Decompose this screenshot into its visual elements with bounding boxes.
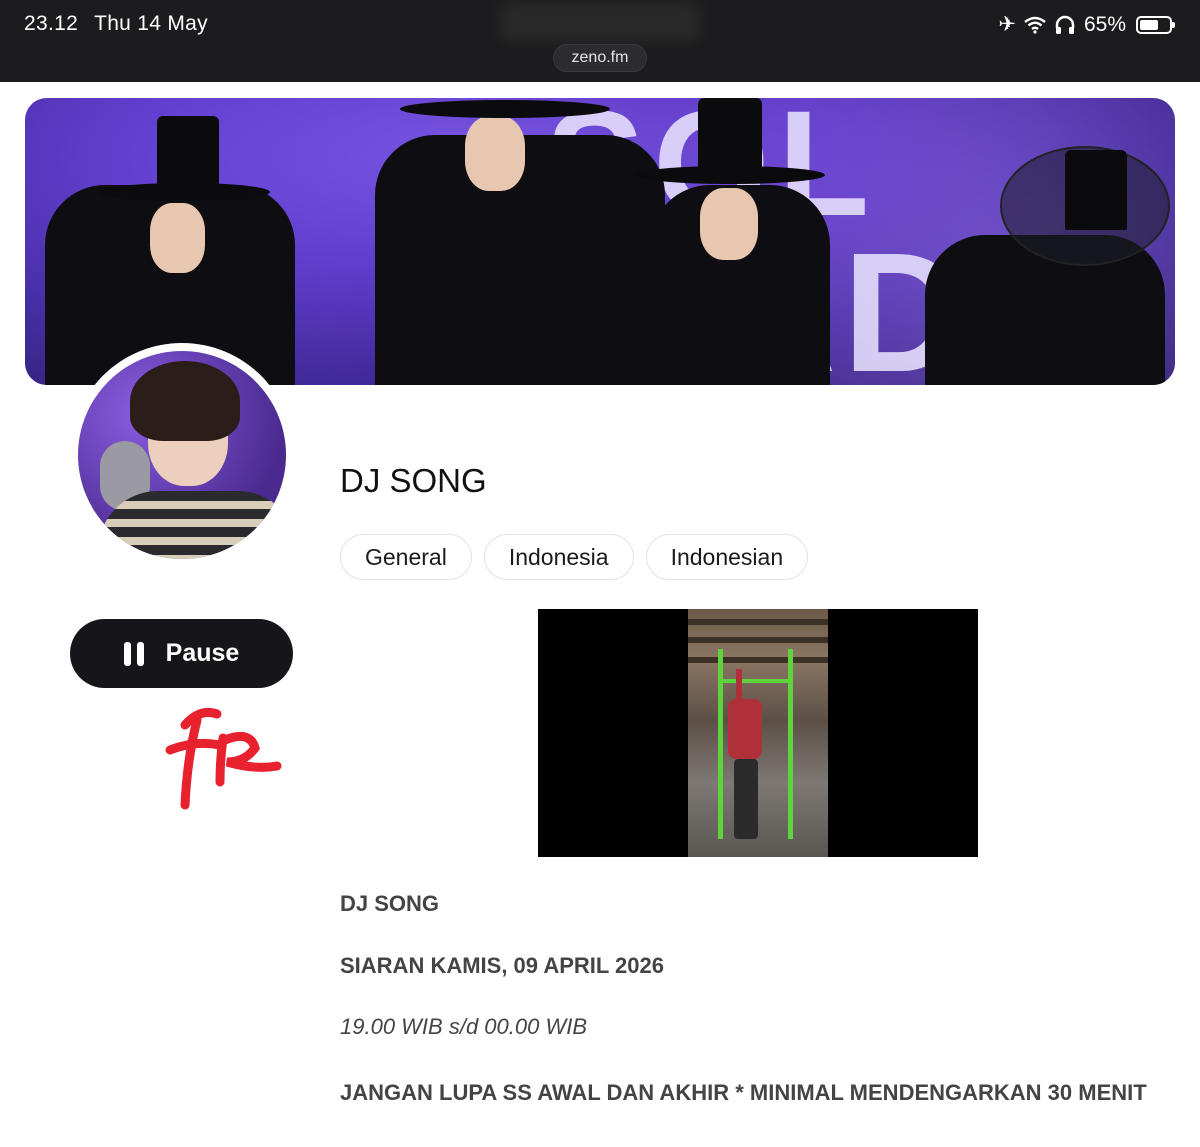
status-date: Thu 14 May <box>94 12 208 35</box>
pause-icon <box>123 641 144 666</box>
video-person-torso <box>728 699 762 759</box>
hat-crown <box>698 98 762 170</box>
tag-country[interactable]: Indonesia <box>483 534 634 580</box>
description-broadcast-time: 19.00 WIB s/d 00.00 WIB <box>340 1014 588 1039</box>
signature-mark <box>165 707 282 810</box>
rack-post <box>718 649 723 839</box>
station-banner: SOL RADIO <box>25 98 1175 385</box>
status-icons: ✈ 65% <box>998 12 1175 37</box>
avatar-hair <box>130 361 240 441</box>
description-title: DJ SONG <box>340 891 440 916</box>
hat-crown <box>157 116 219 188</box>
video-rafter <box>688 619 828 625</box>
avatar-shirt <box>98 491 286 559</box>
headphones-icon <box>1055 15 1075 34</box>
video-rafter <box>688 657 828 663</box>
station-avatar <box>70 343 294 567</box>
status-time-date: 23.12 Thu 14 May <box>24 12 208 36</box>
video-rafter <box>688 637 828 643</box>
battery-icon <box>1136 15 1175 34</box>
wifi-icon <box>1024 16 1046 34</box>
video-person <box>726 669 766 844</box>
tag-language[interactable]: Indonesian <box>645 534 809 580</box>
banner-person-face <box>150 203 205 273</box>
hat-crown <box>1065 150 1127 230</box>
rack-post <box>788 649 793 839</box>
blurred-region <box>500 2 700 42</box>
status-bar: 23.12 Thu 14 May ✈ 65% zeno.fm <box>0 0 1200 82</box>
pause-label: Pause <box>165 639 240 667</box>
banner-person-face <box>465 116 525 191</box>
battery-percent: 65% <box>1083 12 1126 36</box>
station-tags: General Indonesia Indonesian <box>340 534 809 580</box>
embedded-video[interactable] <box>538 609 978 857</box>
video-frame <box>688 609 828 857</box>
hat-icon <box>400 100 610 118</box>
station-title: DJ SONG <box>340 462 487 499</box>
avatar-image <box>78 351 286 559</box>
pause-button[interactable]: Pause <box>70 619 293 688</box>
video-person-legs <box>734 759 758 839</box>
url-bar[interactable]: zeno.fm <box>553 44 647 72</box>
status-time: 23.12 <box>24 12 79 35</box>
station-description: DJ SONG SIARAN KAMIS, 09 APRIL 2026 19.0… <box>340 890 1160 1144</box>
description-reminder: JANGAN LUPA SS AWAL DAN AKHIR * MINIMAL … <box>340 1079 1147 1105</box>
description-broadcast-date: SIARAN KAMIS, 09 APRIL 2026 <box>340 952 664 978</box>
banner-person-face <box>700 188 758 260</box>
tag-genre[interactable]: General <box>340 534 472 580</box>
airplane-icon: ✈ <box>998 13 1016 36</box>
